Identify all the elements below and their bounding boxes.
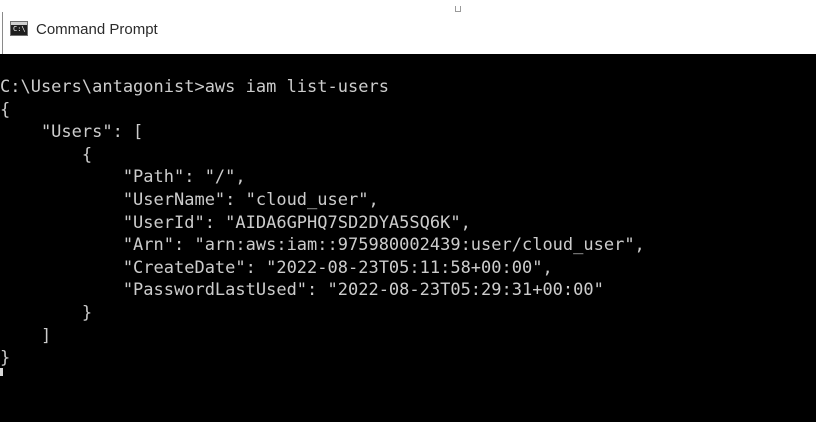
output-line: ] [0,325,52,346]
output-line: "UserName": "cloud_user", [0,189,379,210]
restore-icon[interactable] [455,6,461,12]
output-line: "Users": [ [0,122,144,143]
scrollbar-marker[interactable] [0,368,3,376]
output-line: "CreateDate": "2022-08-23T05:11:58+00:00… [0,257,553,278]
icon-label: C:\ [13,25,26,33]
console-output: C:\Users\antagonist>aws iam list-users{ … [0,76,645,370]
output-line: "Path": "/", [0,167,246,188]
window-border [2,12,3,54]
console-area[interactable]: C:\Users\antagonist>aws iam list-users{ … [0,54,816,422]
output-line: { [0,144,93,165]
output-line: } [0,302,93,323]
command-prompt-window: C:\ Command Prompt C:\Users\antagonist>a… [0,0,816,422]
title-bar[interactable]: C:\ Command Prompt [0,0,816,54]
output-line: { [0,99,11,120]
command-line: C:\Users\antagonist>aws iam list-users [0,77,389,97]
output-line: } [0,348,11,369]
output-line: "PasswordLastUsed": "2022-08-23T05:29:31… [0,280,604,301]
output-line: "Arn": "arn:aws:iam::975980002439:user/c… [0,235,645,256]
cmd-icon[interactable]: C:\ [10,21,28,36]
output-line: "UserId": "AIDA6GPHQ7SD2DYA5SQ6K", [0,212,471,233]
window-title: Command Prompt [36,21,158,38]
